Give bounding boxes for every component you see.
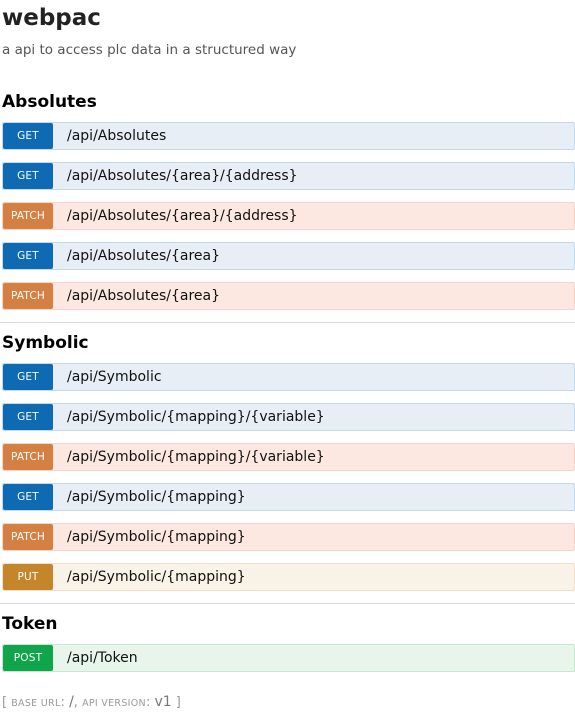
operation-get-absolutes-area-address[interactable]: GET /api/Absolutes/{area}/{address} [2, 162, 575, 190]
operation-get-symbolic-mapping-variable[interactable]: GET /api/Symbolic/{mapping}/{variable} [2, 403, 575, 431]
operation-patch-absolutes-area[interactable]: PATCH /api/Absolutes/{area} [2, 282, 575, 310]
method-badge: GET [3, 484, 53, 510]
api-title: webpac [2, 5, 101, 31]
operation-path[interactable]: /api/Symbolic/{mapping} [67, 524, 246, 550]
operation-post-token[interactable]: POST /api/Token [2, 644, 575, 672]
operation-path[interactable]: /api/Symbolic/{mapping}/{variable} [67, 404, 325, 430]
method-badge: GET [3, 163, 53, 189]
section-divider [0, 603, 575, 604]
operation-path[interactable]: /api/Symbolic/{mapping} [67, 564, 246, 590]
method-badge: PATCH [3, 444, 53, 470]
operation-path[interactable]: /api/Symbolic/{mapping}/{variable} [67, 444, 325, 470]
operation-path[interactable]: /api/Symbolic/{mapping} [67, 484, 246, 510]
method-badge: GET [3, 123, 53, 149]
method-badge: POST [3, 645, 53, 671]
api-version-value: v1 [154, 694, 172, 710]
operation-path[interactable]: /api/Absolutes/{area}/{address} [67, 163, 298, 189]
base-url-label: BASE URL [11, 698, 61, 709]
method-badge: PATCH [3, 203, 53, 229]
method-badge: PATCH [3, 283, 53, 309]
operation-patch-symbolic-mapping[interactable]: PATCH /api/Symbolic/{mapping} [2, 523, 575, 551]
api-version-label: API VERSION [82, 698, 146, 709]
operation-path[interactable]: /api/Absolutes [67, 123, 166, 149]
operation-get-absolutes-area[interactable]: GET /api/Absolutes/{area} [2, 242, 575, 270]
operation-put-symbolic-mapping[interactable]: PUT /api/Symbolic/{mapping} [2, 563, 575, 591]
api-info-footer: [ BASE URL: /, API VERSION: v1 ] [2, 694, 181, 710]
operation-patch-symbolic-mapping-variable[interactable]: PATCH /api/Symbolic/{mapping}/{variable} [2, 443, 575, 471]
operation-path[interactable]: /api/Token [67, 645, 138, 671]
operation-path[interactable]: /api/Absolutes/{area} [67, 243, 220, 269]
method-badge: PUT [3, 564, 53, 590]
footer-open-bracket: [ [2, 695, 8, 710]
operation-path[interactable]: /api/Absolutes/{area}/{address} [67, 203, 298, 229]
operation-get-symbolic[interactable]: GET /api/Symbolic [2, 363, 575, 391]
section-title-absolutes[interactable]: Absolutes [2, 91, 97, 113]
method-badge: GET [3, 243, 53, 269]
operation-get-symbolic-mapping[interactable]: GET /api/Symbolic/{mapping} [2, 483, 575, 511]
method-badge: GET [3, 404, 53, 430]
footer-close-bracket: ] [175, 695, 181, 710]
method-badge: GET [3, 364, 53, 390]
operation-path[interactable]: /api/Symbolic [67, 364, 162, 390]
operation-path[interactable]: /api/Absolutes/{area} [67, 283, 220, 309]
section-divider [0, 322, 575, 323]
footer-separator: , [73, 695, 78, 710]
method-badge: PATCH [3, 524, 53, 550]
operation-patch-absolutes-area-address[interactable]: PATCH /api/Absolutes/{area}/{address} [2, 202, 575, 230]
section-title-token[interactable]: Token [2, 613, 58, 635]
api-description: a api to access plc data in a structured… [2, 42, 297, 58]
section-title-symbolic[interactable]: Symbolic [2, 332, 89, 354]
operation-get-absolutes[interactable]: GET /api/Absolutes [2, 122, 575, 150]
